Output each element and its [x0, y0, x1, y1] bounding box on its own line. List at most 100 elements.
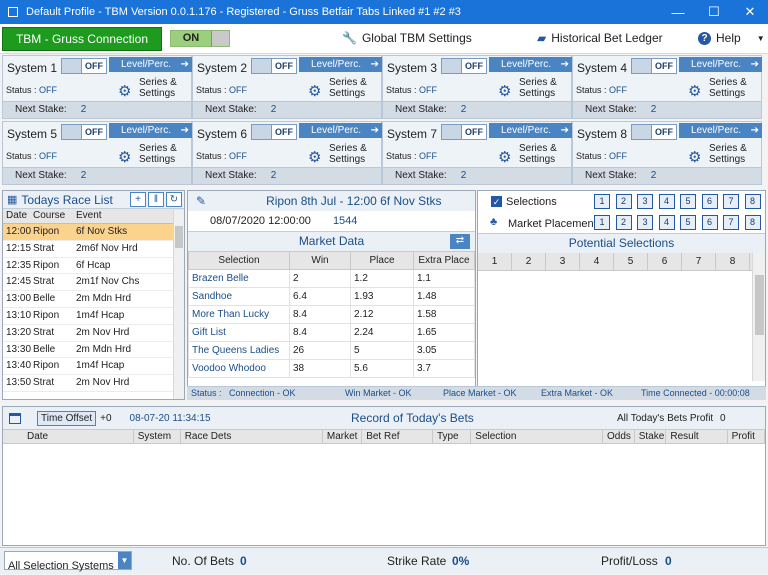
series-settings-button[interactable]: Series & Settings: [139, 143, 177, 165]
bets-col-header[interactable]: Stake: [635, 430, 667, 443]
system-toggle[interactable]: OFF: [631, 58, 677, 74]
selection-number-button[interactable]: 1: [594, 194, 610, 209]
race-row[interactable]: 13:00 Belle 2m Mdn Hrd: [3, 291, 184, 308]
race-row[interactable]: 12:00 Ripon 6f Nov Stks: [3, 224, 184, 241]
gear-icon[interactable]: ⚙: [688, 82, 701, 100]
system-toggle[interactable]: OFF: [441, 124, 487, 140]
gear-icon[interactable]: ⚙: [118, 82, 131, 100]
bets-col-header[interactable]: Market: [323, 430, 363, 443]
series-settings-button[interactable]: Series & Settings: [709, 77, 747, 99]
level-perc-button[interactable]: Level/Perc. ➔: [109, 57, 192, 72]
level-perc-button[interactable]: Level/Perc. ➔: [679, 123, 762, 138]
minimize-button[interactable]: —: [660, 5, 696, 20]
gear-icon[interactable]: ⚙: [498, 82, 511, 100]
connection-toggle[interactable]: ON: [170, 30, 230, 47]
series-settings-button[interactable]: Series & Settings: [139, 77, 177, 99]
market-row[interactable]: More Than Lucky 8.4 2.12 1.58: [188, 305, 475, 324]
level-perc-button[interactable]: Level/Perc. ➔: [299, 123, 382, 138]
gear-icon[interactable]: ⚙: [118, 148, 131, 166]
level-perc-button[interactable]: Level/Perc. ➔: [679, 57, 762, 72]
pause-icon[interactable]: ‖: [148, 192, 164, 207]
placement-number-button[interactable]: 5: [680, 215, 696, 230]
placement-number-button[interactable]: 7: [723, 215, 739, 230]
placement-number-button[interactable]: 8: [744, 215, 761, 230]
bets-col-header[interactable]: Result: [666, 430, 728, 443]
gear-icon[interactable]: ⚙: [308, 82, 321, 100]
series-settings-button[interactable]: Series & Settings: [519, 77, 557, 99]
bets-col-header[interactable]: Odds: [603, 430, 635, 443]
potential-scrollbar[interactable]: [752, 253, 765, 381]
selection-number-button[interactable]: 6: [701, 194, 718, 209]
help-button[interactable]: ? Help ▼: [698, 31, 765, 45]
placement-number-button[interactable]: 6: [701, 215, 718, 230]
placement-number-button[interactable]: 1: [594, 215, 610, 230]
gruss-connection-button[interactable]: TBM - Gruss Connection: [2, 26, 162, 51]
system-toggle[interactable]: OFF: [61, 58, 107, 74]
gear-icon[interactable]: ⚙: [688, 148, 701, 166]
col-event[interactable]: Event: [73, 209, 168, 223]
system-filter-select[interactable]: All Selection Systems ▼: [4, 551, 132, 572]
historical-ledger-button[interactable]: ▰ Historical Bet Ledger: [537, 31, 663, 45]
bets-col-header[interactable]: Bet Ref: [362, 430, 433, 443]
system-toggle[interactable]: OFF: [631, 124, 677, 140]
series-settings-button[interactable]: Series & Settings: [329, 143, 367, 165]
selection-number-button[interactable]: 4: [658, 194, 675, 209]
level-perc-button[interactable]: Level/Perc. ➔: [489, 57, 572, 72]
market-row[interactable]: Voodoo Whodoo 38 5.6 3.7: [188, 359, 475, 378]
series-settings-button[interactable]: Series & Settings: [519, 143, 557, 165]
add-icon[interactable]: +: [130, 192, 146, 207]
race-row[interactable]: 12:45 Strat 2m1f Nov Chs: [3, 274, 184, 292]
race-row[interactable]: 13:10 Ripon 1m4f Hcap: [3, 308, 184, 325]
system-toggle[interactable]: OFF: [441, 58, 487, 74]
system-toggle[interactable]: OFF: [61, 124, 107, 140]
level-perc-button[interactable]: Level/Perc. ➔: [109, 123, 192, 138]
system-toggle[interactable]: OFF: [251, 124, 297, 140]
col-course[interactable]: Course: [30, 209, 73, 223]
selection-number-button[interactable]: 2: [615, 194, 632, 209]
placement-number-button[interactable]: 4: [658, 215, 675, 230]
toggle-knob: [442, 59, 462, 73]
swap-icon[interactable]: ⇄: [450, 234, 470, 249]
selection-number-button[interactable]: 3: [637, 194, 653, 209]
placement-number-button[interactable]: 2: [615, 215, 632, 230]
selection-number-button[interactable]: 7: [723, 194, 739, 209]
bets-col-header[interactable]: Date: [3, 430, 134, 443]
placement-number-button[interactable]: 3: [637, 215, 653, 230]
bets-col-header[interactable]: Profit: [728, 430, 765, 443]
selection-number-button[interactable]: 8: [744, 194, 761, 209]
system-toggle[interactable]: OFF: [251, 58, 297, 74]
bets-col-header[interactable]: System: [134, 430, 181, 443]
series-settings-button[interactable]: Series & Settings: [709, 143, 747, 165]
gear-icon[interactable]: ⚙: [498, 148, 511, 166]
maximize-button[interactable]: ☐: [696, 4, 732, 20]
race-row[interactable]: 12:35 Ripon 6f Hcap: [3, 258, 184, 275]
level-perc-label: Level/Perc.: [691, 59, 742, 70]
bets-col-header[interactable]: Race Dets: [181, 430, 323, 443]
race-row[interactable]: 12:15 Strat 2m6f Nov Hrd: [3, 241, 184, 258]
edit-icon[interactable]: ✎: [196, 194, 206, 208]
level-perc-button[interactable]: Level/Perc. ➔: [299, 57, 382, 72]
race-row[interactable]: 13:50 Strat 2m Nov Hrd: [3, 375, 184, 392]
market-row[interactable]: Sandhoe 6.4 1.93 1.48: [188, 287, 475, 306]
time-offset-button[interactable]: Time Offset: [37, 410, 97, 426]
market-row[interactable]: Gift List 8.4 2.24 1.65: [188, 323, 475, 342]
chevron-down-icon[interactable]: ▼: [757, 34, 765, 43]
race-row[interactable]: 13:40 Ripon 1m4f Hcap: [3, 358, 184, 376]
market-row[interactable]: The Queens Ladies 26 5 3.05: [188, 341, 475, 360]
selections-checkbox[interactable]: ✓: [491, 196, 502, 207]
market-row[interactable]: Brazen Belle 2 1.2 1.1: [188, 269, 475, 288]
global-settings-button[interactable]: 🔧 Global TBM Settings: [342, 31, 472, 45]
selection-number-button[interactable]: 5: [680, 194, 696, 209]
bets-col-header[interactable]: Selection: [471, 430, 604, 443]
race-row[interactable]: 13:30 Belle 2m Mdn Hrd: [3, 342, 184, 359]
gear-icon[interactable]: ⚙: [308, 148, 321, 166]
toggle-label: OFF: [655, 61, 673, 71]
race-row[interactable]: 13:20 Strat 2m Nov Hrd: [3, 325, 184, 342]
close-button[interactable]: ✕: [732, 4, 768, 20]
col-date[interactable]: Date: [3, 209, 30, 223]
race-list-scrollbar[interactable]: [173, 210, 184, 399]
refresh-icon[interactable]: ↻: [166, 192, 182, 207]
series-settings-button[interactable]: Series & Settings: [329, 77, 367, 99]
bets-col-header[interactable]: Type: [433, 430, 472, 443]
level-perc-button[interactable]: Level/Perc. ➔: [489, 123, 572, 138]
